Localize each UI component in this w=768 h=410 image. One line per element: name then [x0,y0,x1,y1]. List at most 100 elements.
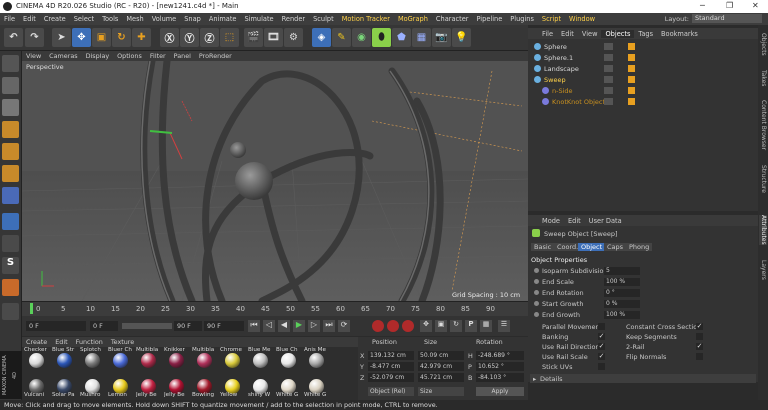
menu-sculpt[interactable]: Sculpt [309,15,338,23]
obj-menu-bookmarks[interactable]: Bookmarks [657,30,702,38]
end-frame-field[interactable]: 90 F [174,321,202,331]
phong-tag-icon[interactable] [628,54,635,61]
minimize-button[interactable]: ─ [700,1,705,10]
position-y-field[interactable]: -8.477 cm [368,362,414,371]
camera-icon[interactable]: 📷 [432,28,451,47]
menu-file[interactable]: File [0,15,19,23]
constant-cross-section-checkbox[interactable]: ✓ [696,323,703,330]
material-swatch[interactable]: Multibla [192,347,217,373]
layout-dropdown[interactable]: Standard [692,14,762,23]
move-tool-icon[interactable]: ✥ [72,28,91,47]
material-swatch[interactable]: White G [304,373,329,399]
preview-range-slider[interactable] [122,323,172,329]
subdivision-icon[interactable]: ◉ [352,28,371,47]
size-x-field[interactable]: 50.09 cm [418,351,464,360]
make-editable-icon[interactable] [2,55,19,72]
material-swatch[interactable]: Anis Me [304,347,329,373]
side-tab-layers[interactable]: Layers [759,260,767,280]
visibility-toggle-icon[interactable] [604,87,613,94]
visibility-toggle-icon[interactable] [604,65,613,72]
mat-menu-create[interactable]: Create [22,338,51,346]
visibility-toggle-icon[interactable] [604,76,613,83]
material-swatch[interactable]: Bluer Ch [108,347,133,373]
material-swatch[interactable]: Blue Ch [276,347,301,373]
3d-viewport[interactable] [22,61,528,301]
menu-motion-tracker[interactable]: Motion Tracker [338,15,394,23]
menu-simulate[interactable]: Simulate [240,15,277,23]
close-button[interactable]: ✕ [752,1,759,10]
rotation-b-field[interactable]: -84.103 ° [476,373,524,382]
keyframe-selection-icon[interactable] [402,320,414,332]
timeline-ruler[interactable]: 0 5 10 15 20 25 30 35 40 45 50 55 60 65 … [22,301,528,316]
phong-tag-icon[interactable] [628,87,635,94]
position-key-icon[interactable]: ✥ [420,320,432,332]
visibility-toggle-icon[interactable] [604,98,613,105]
menu-edit[interactable]: Edit [19,15,40,23]
apply-button[interactable]: Apply [476,387,524,396]
material-swatch[interactable]: Multibla [136,347,161,373]
coordinate-mode-dropdown[interactable]: Object (Rel) [368,387,414,396]
phong-tag-icon[interactable] [628,65,635,72]
tab-object[interactable]: Object [578,243,606,251]
menu-pipeline[interactable]: Pipeline [472,15,506,23]
material-swatch[interactable]: Knikker [164,347,189,373]
parameter-key-icon[interactable]: P [465,320,477,332]
mat-menu-function[interactable]: Function [72,338,107,346]
rotate-tool-icon[interactable]: ↻ [112,28,131,47]
array-icon[interactable]: ⬟ [392,28,411,47]
light-icon[interactable]: 💡 [452,28,471,47]
menu-volume[interactable]: Volume [148,15,181,23]
viewport-menu-prorender[interactable]: ProRender [195,52,236,60]
object-row[interactable]: Sphere.1 [528,52,758,63]
end-frame-field-2[interactable]: 90 F [204,321,244,331]
side-tab-attributes[interactable]: Attributes [759,215,767,245]
end-scale-field[interactable]: 100 % [604,278,640,286]
end-growth-field[interactable]: 100 % [604,311,640,319]
scale-tool-icon[interactable]: ▣ [92,28,111,47]
lock-workplane-icon[interactable] [2,303,19,320]
parallel-movement-checkbox[interactable] [598,323,605,330]
prev-key-icon[interactable]: ◁ [263,320,275,332]
material-swatch[interactable]: shiny W [248,373,273,399]
go-to-start-icon[interactable]: ⏮ [248,320,260,332]
sweep-generator-icon[interactable]: ⬮ [372,28,391,47]
start-frame-field[interactable]: 0 F [90,321,118,331]
material-swatch[interactable]: Bowling [192,373,217,399]
phong-tag-icon[interactable] [628,43,635,50]
banking-checkbox[interactable]: ✓ [598,333,605,340]
object-row[interactable]: n-Side [528,85,758,96]
prev-frame-icon[interactable]: ◀ [278,320,290,332]
redo-icon[interactable]: ↷ [25,28,44,47]
material-swatch[interactable]: Blue Me [248,347,273,373]
menu-script[interactable]: Script [538,15,565,23]
tab-phong[interactable]: Phong [626,243,653,251]
material-swatch[interactable]: Vulcani [24,373,49,399]
obj-menu-view[interactable]: View [578,30,602,38]
menu-tools[interactable]: Tools [98,15,122,23]
viewport-menu-view[interactable]: View [22,52,45,60]
side-tab-content-browser[interactable]: Content Browser [759,100,767,150]
mat-menu-texture[interactable]: Texture [107,338,138,346]
menu-snap[interactable]: Snap [180,15,205,23]
render-view-icon[interactable]: 🎬 [244,28,263,47]
material-swatch[interactable]: Lemon [108,373,133,399]
viewport-menu-filter[interactable]: Filter [146,52,170,60]
viewport-menu-cameras[interactable]: Cameras [45,52,81,60]
phong-tag-icon[interactable] [628,98,635,105]
material-swatch[interactable]: White G [276,373,301,399]
material-swatch[interactable]: Checker [24,347,49,373]
tab-basic[interactable]: Basic [531,243,555,251]
menu-render[interactable]: Render [278,15,309,23]
position-z-field[interactable]: -52.079 cm [368,373,414,382]
render-region-icon[interactable]: 🎞 [264,28,283,47]
edges-mode-icon[interactable] [2,143,19,160]
material-swatch[interactable]: Yellow [220,373,245,399]
enable-axis-icon[interactable] [2,187,19,204]
viewport-menu-panel[interactable]: Panel [170,52,195,60]
side-tab-takes[interactable]: Takes [759,70,767,86]
material-swatch[interactable]: Chrome [220,347,245,373]
material-swatch[interactable]: Solar Pa [52,373,77,399]
next-frame-icon[interactable]: ▷ [308,320,320,332]
menu-window[interactable]: Window [565,15,599,23]
play-icon[interactable]: ▶ [293,320,305,332]
